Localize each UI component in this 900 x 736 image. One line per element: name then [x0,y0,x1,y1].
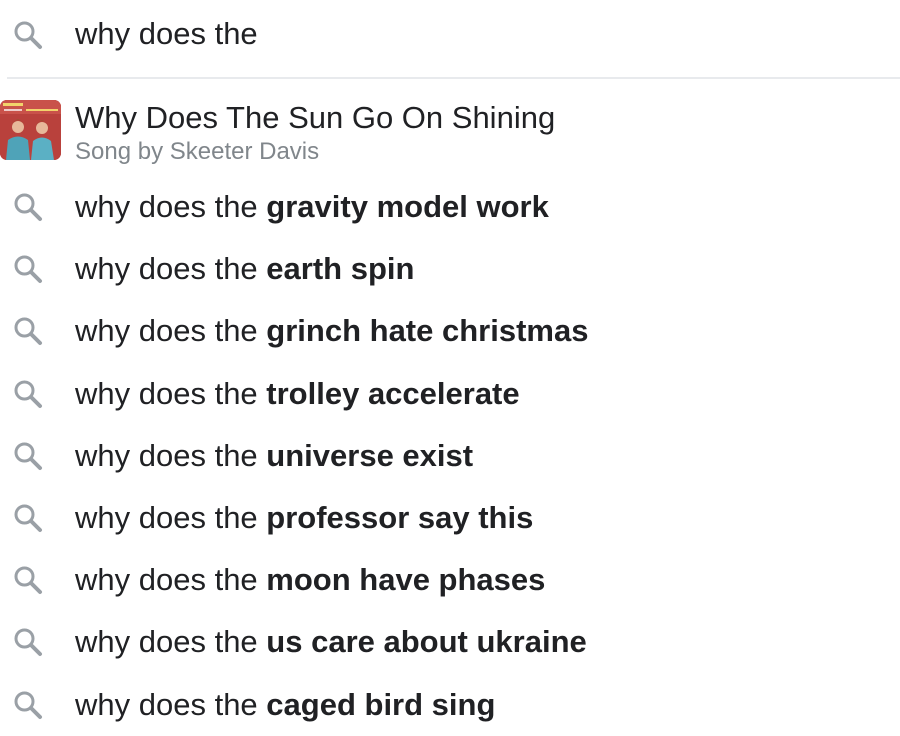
suggestion-completion: trolley accelerate [266,375,520,411]
suggestion-completion: caged bird sing [266,686,496,722]
suggestion-completion: us care about ukraine [266,624,587,660]
album-art-thumbnail [0,100,61,160]
suggestion-completion: moon have phases [266,562,546,598]
suggestion-prefix: why does the [75,562,267,598]
search-icon [12,253,44,285]
search-icon [12,564,44,596]
suggestion-text: why does the earth spin [75,250,414,288]
search-icon [12,19,44,51]
search-icon [12,502,44,534]
song-suggestion[interactable]: Why Does The Sun Go On Shining Song by S… [0,96,900,170]
search-icon [12,626,44,658]
search-icon [12,191,44,223]
suggestion-text: why does the trolley accelerate [75,375,520,413]
search-bar [0,0,900,66]
suggestion-completion: universe exist [266,437,474,473]
suggestion-prefix: why does the [75,686,267,722]
suggestion-item[interactable]: why does the moon have phases [0,549,900,611]
suggestion-prefix: why does the [75,375,267,411]
suggestion-item[interactable]: why does the earth spin [0,238,900,300]
suggestion-text: why does the universe exist [75,437,473,475]
suggestion-item[interactable]: why does the us care about ukraine [0,611,900,673]
suggestion-prefix: why does the [75,437,267,473]
search-icon [12,689,44,721]
suggestion-prefix: why does the [75,499,267,535]
suggestion-prefix: why does the [75,313,267,349]
suggestion-text: why does the grinch hate christmas [75,312,588,350]
suggestion-completion: gravity model work [266,189,549,224]
suggestion-item[interactable]: why does the professor say this [0,487,900,549]
suggestion-prefix: why does the [75,251,267,287]
song-title: Why Does The Sun Go On Shining [75,100,556,135]
suggestion-text: why does the us care about ukraine [75,623,587,661]
suggestion-item[interactable]: why does the gravity model work [0,176,900,238]
search-icon [12,378,44,410]
suggestion-text: why does the moon have phases [75,561,545,599]
search-input[interactable] [75,12,875,56]
suggestion-text: why does the professor say this [75,499,533,537]
suggestion-completion: professor say this [266,499,534,535]
suggestion-item[interactable]: why does the caged bird sing [0,674,900,736]
divider [7,77,900,79]
search-icon [12,315,44,347]
suggestion-completion: grinch hate christmas [266,313,589,349]
suggestion-item[interactable]: why does the grinch hate christmas [0,300,900,362]
suggestion-list: why does the gravity model work why does… [0,176,900,736]
suggestion-completion: earth spin [266,251,415,287]
suggestion-text: why does the caged bird sing [75,686,495,724]
song-subtitle: Song by Skeeter Davis [75,138,320,165]
suggestion-item[interactable]: why does the universe exist [0,425,900,487]
suggestion-prefix: why does the [75,189,267,224]
suggestion-item[interactable]: why does the trolley accelerate [0,363,900,425]
suggestion-prefix: why does the [75,624,267,660]
suggestion-text: why does the gravity model work [75,188,549,226]
search-icon [12,440,44,472]
